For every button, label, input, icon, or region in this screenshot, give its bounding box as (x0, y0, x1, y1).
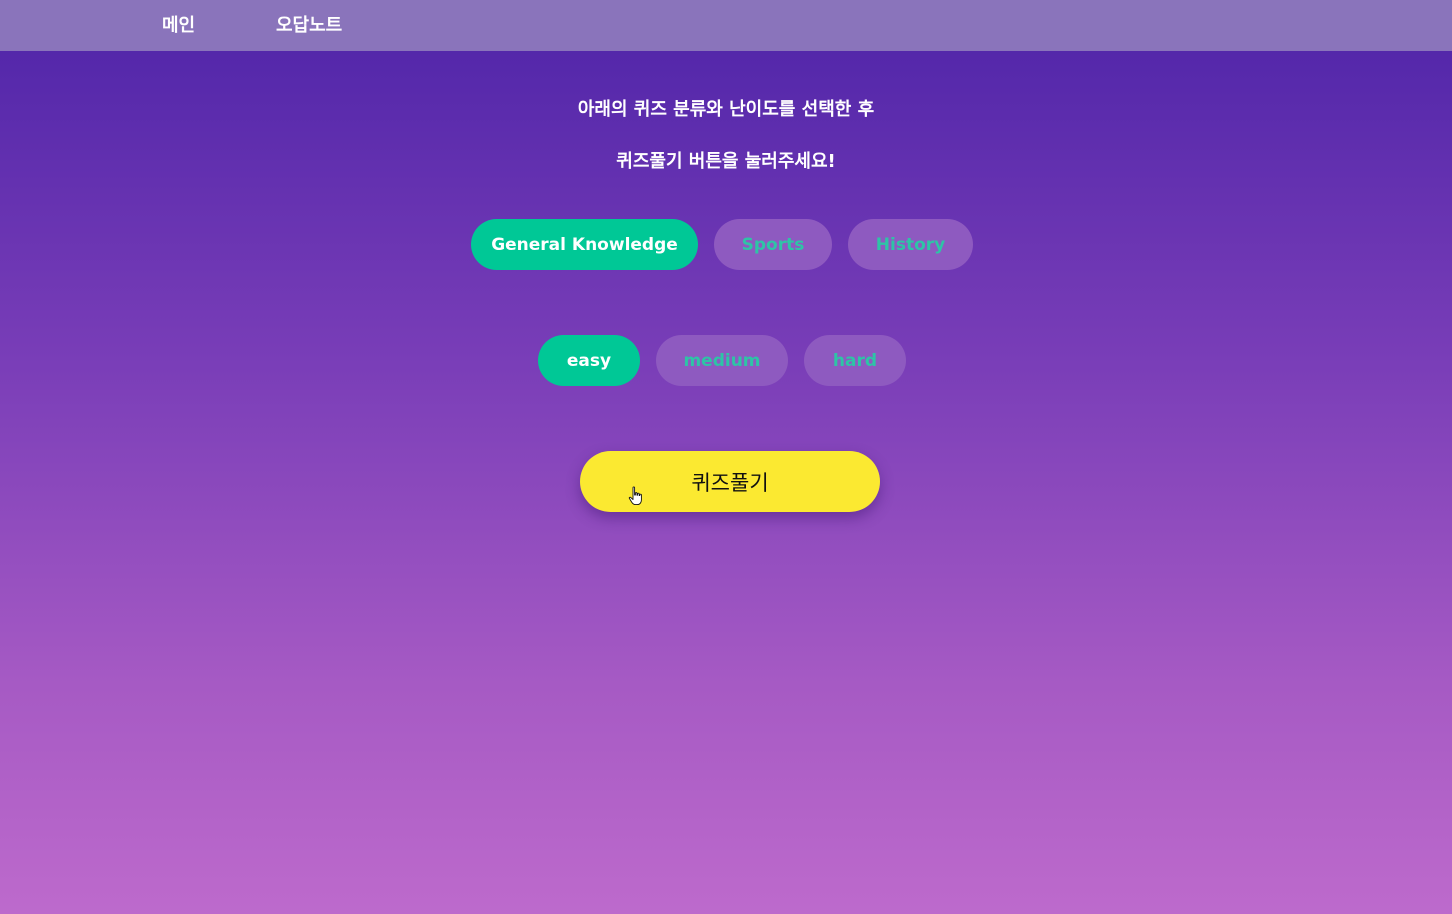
instruction-line-2: 퀴즈풀기 버튼을 눌러주세요! (616, 151, 836, 172)
top-navbar: 메인 오답노트 (0, 0, 1452, 51)
instruction-line-1: 아래의 퀴즈 분류와 난이도를 선택한 후 (577, 99, 875, 120)
nav-link-main[interactable]: 메인 (162, 11, 195, 37)
nav-link-wrong-answer-notes[interactable]: 오답노트 (276, 11, 342, 37)
difficulty-medium-button[interactable]: medium (656, 335, 788, 386)
category-history-button[interactable]: History (848, 219, 973, 270)
difficulty-hard-button[interactable]: hard (804, 335, 906, 386)
difficulty-easy-button[interactable]: easy (538, 335, 640, 386)
category-sports-button[interactable]: Sports (714, 219, 832, 270)
start-quiz-button[interactable]: 퀴즈풀기 (580, 451, 880, 512)
category-general-knowledge-button[interactable]: General Knowledge (471, 219, 698, 270)
